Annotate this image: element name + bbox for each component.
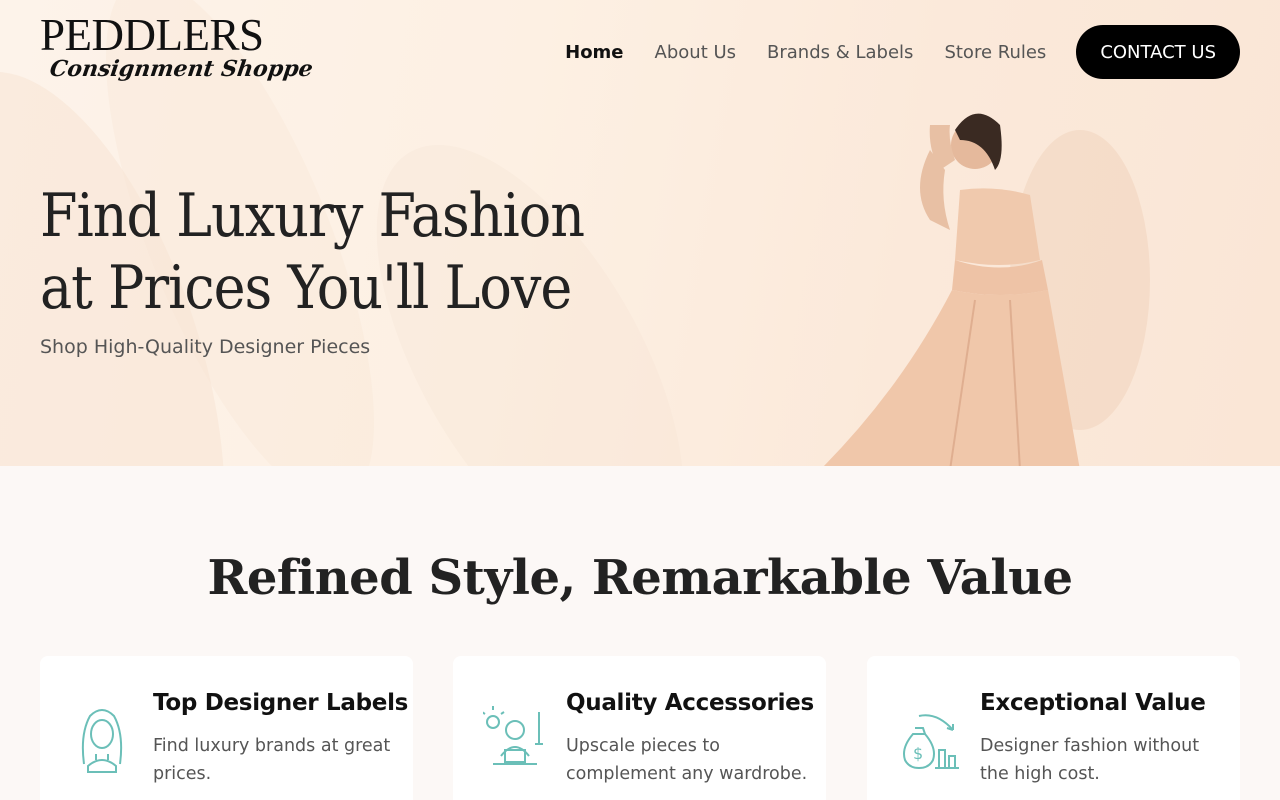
feature-text: Upscale pieces to complement any wardrob… [566, 736, 808, 784]
feature-title: Top Designer Labels [153, 690, 409, 716]
nav-home[interactable]: Home [565, 42, 623, 63]
contact-us-button[interactable]: CONTACT US [1076, 25, 1240, 79]
hero-title-line-2: at Prices You'll Love [40, 253, 572, 323]
logo-name: PEDDLERS [40, 10, 264, 60]
svg-text:$: $ [913, 744, 923, 763]
features-title: Refined Style, Remarkable Value [207, 550, 1073, 606]
feature-card-accessories: Quality Accessories Upscale pieces to co… [453, 656, 826, 800]
hero-title-line-1: Find Luxury Fashion [40, 181, 585, 251]
nav-brands-labels[interactable]: Brands & Labels [767, 42, 913, 63]
feature-title: Quality Accessories [566, 690, 814, 716]
main-nav: Home About Us Brands & Labels Store Rule… [565, 25, 1240, 79]
feature-card-designer-labels: Top Designer Labels Find luxury brands a… [40, 656, 413, 800]
feature-text: Find luxury brands at great prices. [153, 736, 391, 784]
hero-title: Find Luxury Fashion at Prices You'll Lov… [40, 180, 720, 324]
woman-icon [81, 709, 123, 773]
feature-text: Designer fashion without the high cost. [980, 736, 1200, 784]
money-bag-icon: $ [903, 714, 959, 770]
hero-section: PEDDLERS Consignment Shoppe Home About U… [0, 0, 1280, 466]
nav-store-rules[interactable]: Store Rules [944, 42, 1046, 63]
nav-about-us[interactable]: About Us [655, 42, 737, 63]
fashion-model-image [823, 113, 1150, 466]
logo-tagline: Consignment Shoppe [48, 56, 315, 82]
hero-subtitle: Shop High-Quality Designer Pieces [40, 336, 371, 358]
designer-icon [483, 706, 543, 765]
feature-title: Exceptional Value [980, 690, 1206, 716]
logo[interactable]: PEDDLERS Consignment Shoppe [40, 10, 315, 92]
feature-card-value: $ Exceptional Value Designer fashion wit… [867, 656, 1240, 800]
